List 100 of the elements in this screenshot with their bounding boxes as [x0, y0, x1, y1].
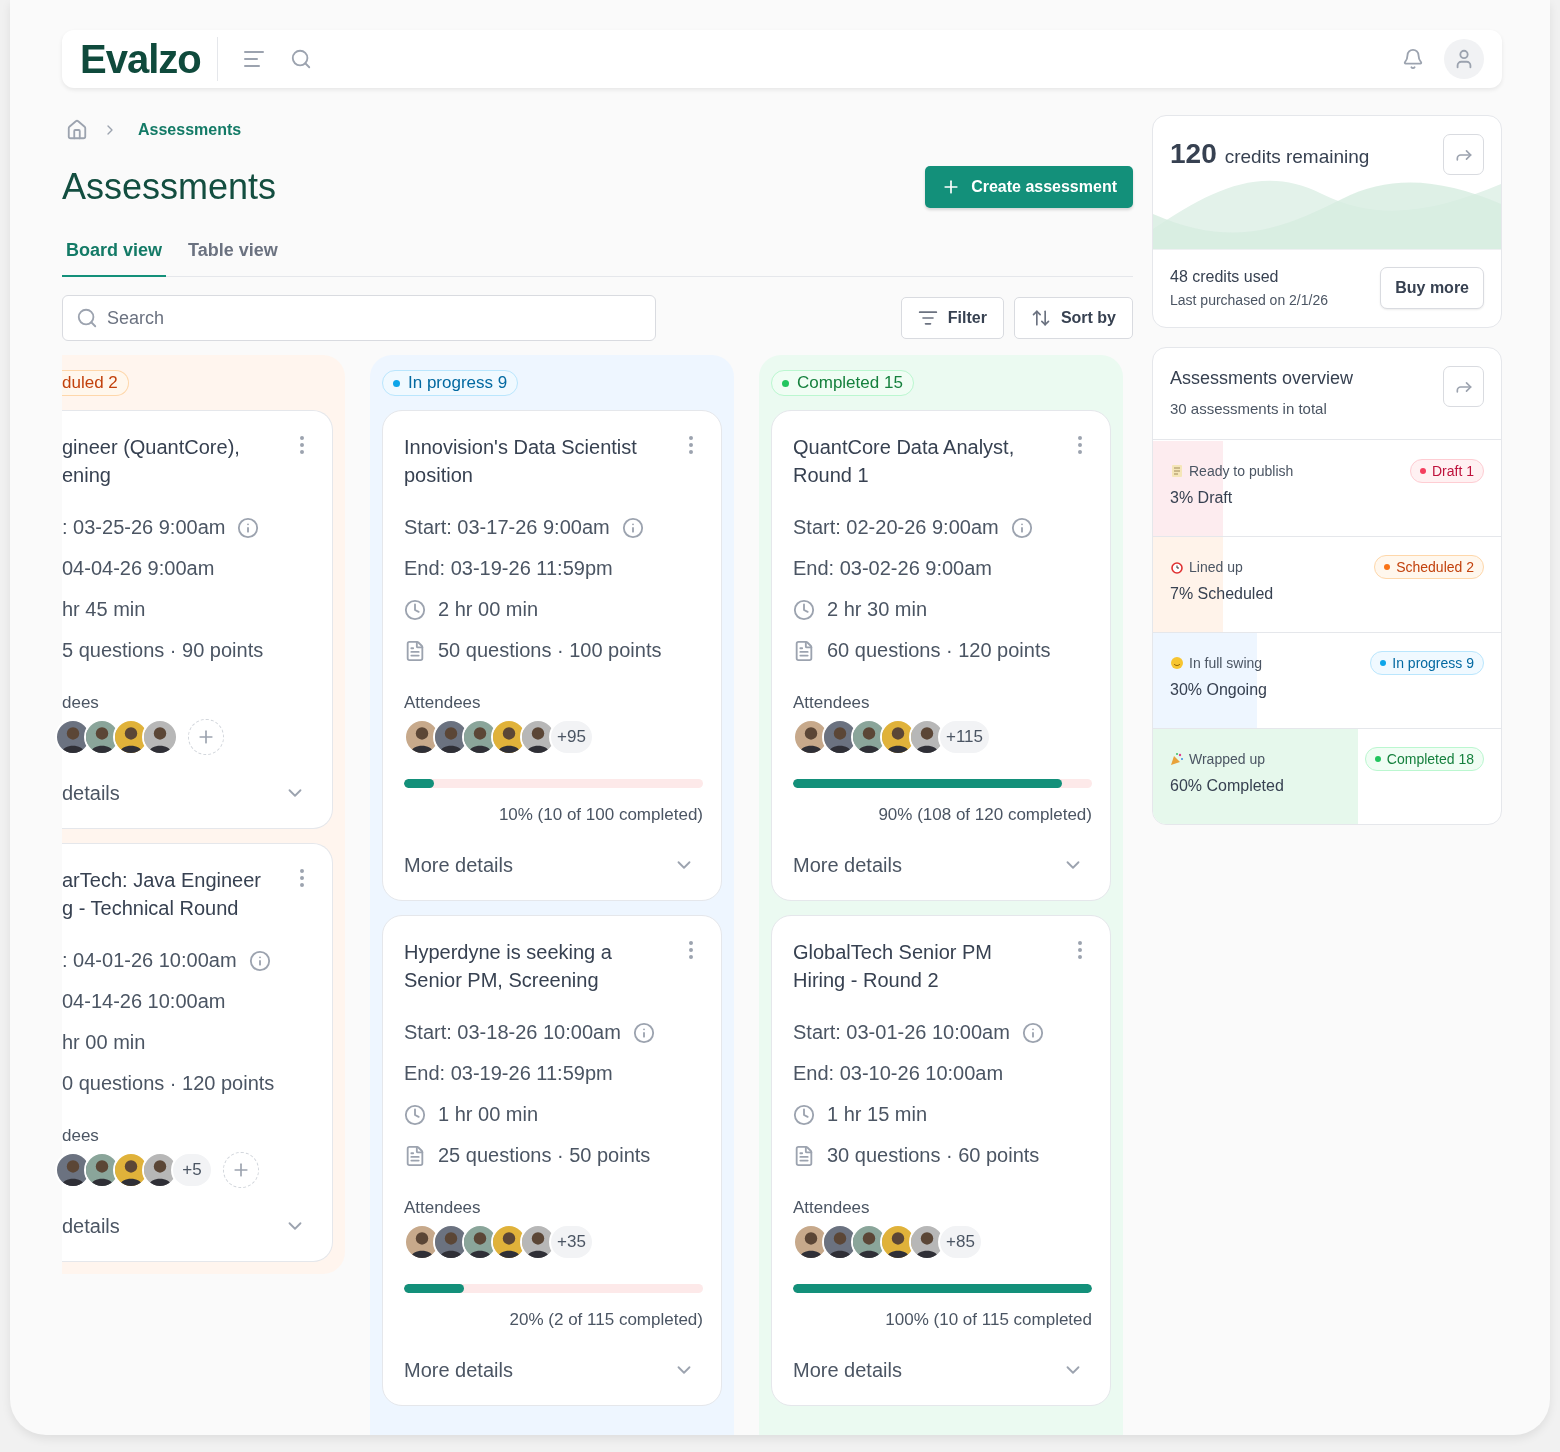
card-title: QuantCore Data Analyst, [793, 435, 1015, 460]
progress-text: 100% (10 of 115 completed [885, 1309, 1092, 1331]
attendees-label: Attendees [404, 692, 482, 714]
document-icon [793, 1144, 815, 1167]
alarm-clock-icon [1170, 560, 1184, 574]
clock-icon [793, 598, 815, 621]
bell-icon[interactable] [1402, 48, 1424, 70]
status-badge: In progress 9 [1370, 651, 1484, 675]
questions-points: 25 questions · 50 points [438, 1144, 651, 1167]
progress-text: 90% (108 of 120 completed) [878, 804, 1092, 826]
last-purchase-date: Last purchased on 2/1/26 [1170, 292, 1328, 308]
info-icon[interactable] [1021, 1021, 1044, 1044]
status-badge: Draft 1 [1410, 459, 1484, 483]
more-details-toggle[interactable]: More details [793, 851, 1092, 879]
document-icon [404, 639, 426, 662]
status-badge: In progress 9 [382, 370, 519, 396]
card-title: ening [62, 463, 112, 488]
buy-more-button[interactable]: Buy more [1380, 267, 1484, 309]
card-title: Hyperdyne is seeking a [404, 940, 612, 965]
end-date: 04-14-26 10:00am [62, 990, 226, 1013]
more-attendees-count: +95 [549, 719, 594, 755]
card-title: GlobalTech Senior PM [793, 940, 992, 965]
more-details-toggle[interactable]: More details [404, 851, 703, 879]
attendees-label: Attendees [793, 1197, 871, 1219]
duration: hr 00 min [62, 1031, 146, 1054]
filter-icon [917, 308, 938, 328]
more-attendees-count: +5 [171, 1152, 213, 1188]
credits-amount: 120 [1170, 138, 1217, 170]
view-tab[interactable]: Table view [184, 240, 282, 277]
more-details-toggle[interactable]: details [62, 779, 314, 807]
attendees-label: Attendees [793, 692, 871, 714]
duration: 2 hr 30 min [827, 598, 928, 621]
card-title: Senior PM, Screening [404, 968, 600, 993]
status-badge: Scheduled 2 [1374, 555, 1484, 579]
questions-points: 30 questions · 60 points [827, 1144, 1040, 1167]
status-percent: 3% Draft [1170, 489, 1234, 507]
status-badge: Completed 18 [1364, 747, 1484, 771]
more-details-toggle[interactable]: More details [404, 1356, 703, 1384]
sort-icon [1030, 308, 1051, 328]
share-button[interactable] [1443, 366, 1484, 407]
end-date: 04-04-26 9:00am [62, 557, 215, 580]
duration: 2 hr 00 min [438, 598, 539, 621]
user-avatar-button[interactable] [1444, 39, 1484, 79]
more-attendees-count: +115 [938, 719, 992, 755]
attendees-label: dees [62, 692, 100, 714]
home-icon[interactable] [66, 119, 88, 141]
start-date: : 04-01-26 10:00am [62, 949, 237, 972]
clock-icon [404, 598, 426, 621]
sort-button[interactable]: Sort by [1013, 297, 1133, 339]
clock-icon [793, 1103, 815, 1126]
smiley-icon [1170, 656, 1184, 670]
memo-icon [1170, 464, 1184, 478]
questions-points: 5 questions · 90 points [62, 639, 264, 662]
status-caption: Wrapped up [1189, 751, 1265, 767]
share-button[interactable] [1443, 134, 1484, 175]
card-title: Hiring - Round 2 [793, 968, 940, 993]
status-percent: 7% Scheduled [1170, 585, 1274, 603]
more-details-toggle[interactable]: details [62, 1212, 314, 1240]
info-icon[interactable] [632, 1021, 655, 1044]
page-title: Assessments [62, 165, 277, 209]
info-icon[interactable] [621, 516, 644, 539]
more-details-toggle[interactable]: More details [793, 1356, 1092, 1384]
search-field[interactable]: Search [62, 295, 656, 341]
status-percent: 60% Completed [1170, 777, 1284, 795]
status-percent: 30% Ongoing [1170, 681, 1267, 699]
end-date: End: 03-02-26 9:00am [793, 557, 993, 580]
card-title: gineer (QuantCore), [62, 435, 240, 460]
card-title: arTech: Java Engineer [62, 868, 261, 893]
progress-text: 20% (2 of 115 completed) [509, 1309, 703, 1331]
filter-button[interactable]: Filter [900, 297, 1004, 339]
search-icon[interactable] [289, 48, 312, 70]
credits-label: credits remaining [1224, 146, 1370, 168]
start-date: Start: 03-01-26 10:00am [793, 1021, 1010, 1044]
duration: 1 hr 00 min [438, 1103, 539, 1126]
end-date: End: 03-19-26 11:59pm [404, 1062, 613, 1085]
attendees-label: Attendees [404, 1197, 482, 1219]
card-title: g - Technical Round [62, 896, 240, 921]
logo: Evalzo [80, 37, 218, 81]
credits-used: 48 credits used [1170, 268, 1280, 286]
progress-text: 10% (10 of 100 completed) [498, 804, 703, 826]
overview-subtitle: 30 assessments in total [1170, 400, 1328, 417]
info-icon[interactable] [248, 949, 271, 972]
create-assessment-button[interactable]: Create assessment [925, 166, 1133, 208]
status-caption: Ready to publish [1189, 463, 1294, 479]
breadcrumb-link[interactable]: Assessments [138, 121, 242, 139]
card-title: Round 1 [793, 463, 870, 488]
info-icon[interactable] [1010, 516, 1033, 539]
end-date: End: 03-10-26 10:00am [793, 1062, 1004, 1085]
party-popper-icon [1170, 752, 1184, 766]
duration: 1 hr 15 min [827, 1103, 928, 1126]
card-title: Innovision's Data Scientist [404, 435, 637, 460]
more-attendees-count: +85 [938, 1224, 983, 1260]
card-title: position [404, 463, 474, 488]
view-tab[interactable]: Board view [62, 240, 167, 277]
questions-points: 0 questions · 120 points [62, 1072, 275, 1095]
start-date: : 03-25-26 9:00am [62, 516, 226, 539]
start-date: Start: 03-18-26 10:00am [404, 1021, 621, 1044]
status-caption: Lined up [1189, 559, 1243, 575]
info-icon[interactable] [237, 516, 260, 539]
start-date: Start: 02-20-26 9:00am [793, 516, 999, 539]
